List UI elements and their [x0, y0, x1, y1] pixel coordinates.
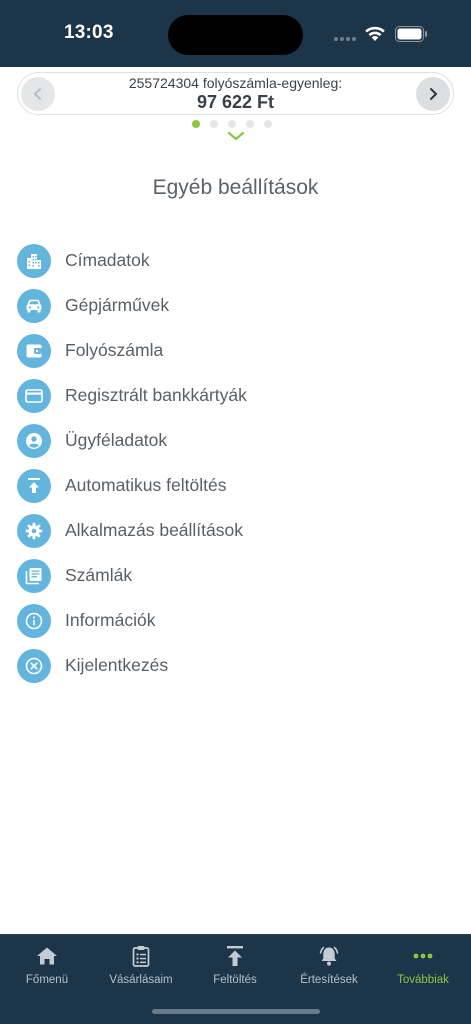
tab-label: Továbbiak [397, 974, 449, 986]
page-title: Egyéb beállítások [152, 176, 319, 199]
upload-icon [227, 946, 243, 966]
settings-menu: Címadatok Gépjárművek Folyószámla Regisz… [17, 238, 457, 688]
car-icon [17, 288, 51, 323]
more-icon [413, 953, 433, 959]
logout-icon [17, 648, 51, 683]
menu-item-label: Információk [65, 610, 156, 630]
user-circle-icon [17, 423, 51, 458]
building-icon [17, 243, 51, 278]
pager-dot[interactable] [264, 120, 272, 128]
status-time: 13:03 [64, 22, 114, 43]
balance-amount: 97 622 Ft [196, 92, 275, 112]
pager-dot[interactable] [246, 120, 254, 128]
wallet-icon [17, 333, 51, 368]
menu-item-customer-data[interactable]: Ügyféladatok [17, 418, 457, 463]
tab-label: Vásárlásaim [109, 974, 173, 986]
menu-item-address[interactable]: Címadatok [17, 238, 457, 283]
wifi-icon [365, 26, 385, 41]
clipboard-icon [132, 946, 150, 967]
menu-item-label: Folyószámla [65, 340, 164, 360]
pager-dot[interactable] [192, 120, 200, 128]
tab-notifications[interactable]: Értesítések [282, 943, 376, 986]
dynamic-island [168, 15, 303, 55]
tab-purchases[interactable]: Vásárlásaim [94, 943, 188, 986]
next-account-button[interactable] [416, 77, 450, 111]
tab-label: Értesítések [300, 974, 358, 986]
account-pager-dots[interactable] [192, 120, 272, 128]
info-icon [17, 603, 51, 638]
tab-label: Főmenü [25, 974, 69, 986]
home-icon [37, 947, 57, 965]
home-indicator[interactable] [152, 1009, 320, 1014]
pager-dot[interactable] [210, 120, 218, 128]
status-bar: 13:03 [0, 0, 471, 67]
tab-home[interactable]: Főmenü [0, 943, 94, 986]
chevron-down-icon[interactable] [227, 130, 245, 142]
balance-card: 255724304 folyószámla-egyenleg: 97 622 F… [17, 72, 454, 115]
balance-label: 255724304 folyószámla-egyenleg: [128, 75, 343, 91]
credit-card-icon [17, 378, 51, 413]
menu-item-app-settings[interactable]: Alkalmazás beállítások [17, 508, 457, 553]
menu-item-auto-topup[interactable]: Automatikus feltöltés [17, 463, 457, 508]
gear-icon [17, 513, 51, 548]
tab-label: Feltöltés [213, 974, 257, 986]
bell-icon [319, 946, 339, 966]
battery-icon [395, 26, 427, 42]
chevron-right-icon [430, 88, 437, 100]
upload-icon [17, 468, 51, 503]
menu-item-invoices[interactable]: Számlák [17, 553, 457, 598]
tab-topup[interactable]: Feltöltés [188, 943, 282, 986]
menu-item-label: Regisztrált bankkártyák [65, 385, 247, 405]
menu-item-label: Számlák [65, 565, 133, 585]
menu-item-logout[interactable]: Kijelentkezés [17, 643, 457, 688]
menu-item-label: Ügyféladatok [65, 430, 168, 450]
pager-dot[interactable] [228, 120, 236, 128]
menu-item-label: Címadatok [65, 250, 150, 270]
invoices-icon [17, 558, 51, 593]
menu-item-label: Alkalmazás beállítások [65, 520, 243, 540]
menu-item-vehicles[interactable]: Gépjárművek [17, 283, 457, 328]
menu-item-label: Kijelentkezés [65, 655, 169, 675]
menu-item-bank-cards[interactable]: Regisztrált bankkártyák [17, 373, 457, 418]
menu-item-current-account[interactable]: Folyószámla [17, 328, 457, 373]
tab-more[interactable]: Továbbiak [376, 943, 470, 986]
menu-item-information[interactable]: Információk [17, 598, 457, 643]
menu-item-label: Automatikus feltöltés [65, 475, 227, 495]
cellular-signal-icon [334, 37, 358, 41]
menu-item-label: Gépjárművek [65, 295, 170, 315]
